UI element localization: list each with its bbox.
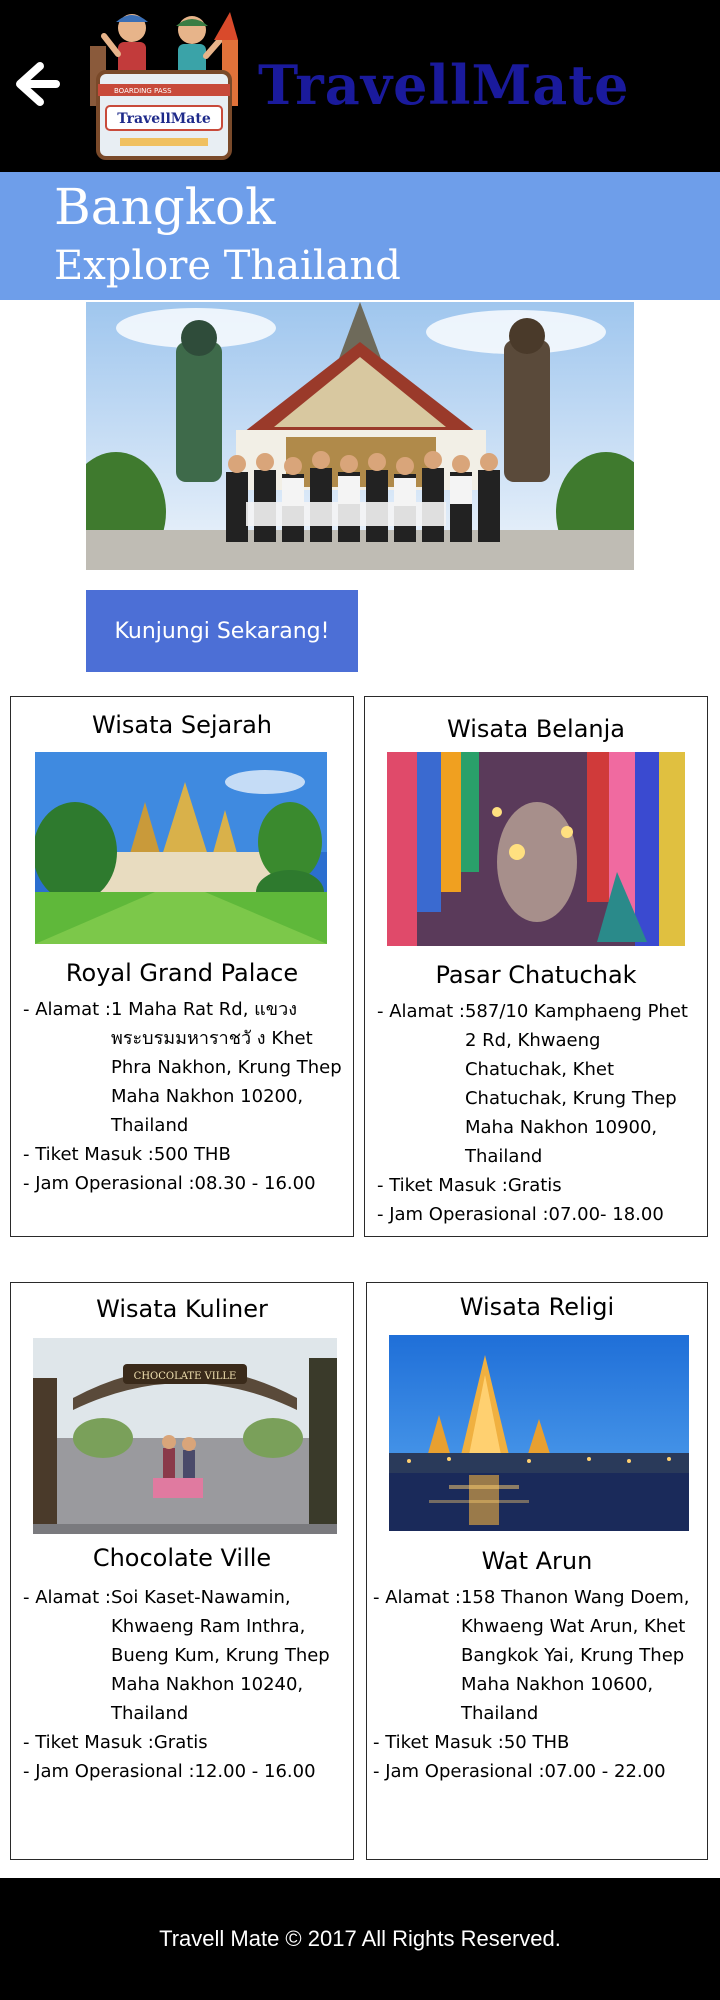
ticket-label: - Tiket Masuk : — [23, 1144, 154, 1165]
hours-label: - Jam Operasional : — [377, 1204, 549, 1225]
visit-now-button[interactable]: Kunjungi Sekarang! — [86, 590, 358, 672]
address-label: - Alamat : — [373, 1587, 461, 1608]
ticket-value: Gratis — [153, 1732, 208, 1753]
wat-arun-photo — [389, 1335, 689, 1531]
place-info: - Alamat : 158 Thanon Wang Doem, Khwaeng… — [373, 1583, 701, 1786]
hours-value: 07.00- 18.00 — [548, 1204, 664, 1225]
hours-value: 08.30 - 16.00 — [194, 1173, 316, 1194]
hero-photo-temple-group — [86, 302, 634, 570]
svg-text:BOARDING PASS: BOARDING PASS — [114, 87, 172, 95]
card-wisata-sejarah: Wisata Sejarah Royal Grand Palace - Alam… — [10, 696, 354, 1237]
place-name: Royal Grand Palace — [65, 959, 299, 987]
card-category-title: Wisata Sejarah — [92, 711, 272, 739]
address-value: Soi Kaset-Nawamin, Khwaeng Ram Inthra, B… — [110, 1587, 330, 1724]
footer: Travell Mate © 2017 All Rights Reserved. — [0, 1878, 720, 2000]
hero-title: Bangkok — [54, 178, 276, 236]
hours-label: - Jam Operasional : — [373, 1761, 545, 1782]
hero-subtitle: Explore Thailand — [54, 243, 401, 289]
address-value: 1 Maha Rat Rd, แขวงพระบรมมหาราชวั ง Khet… — [110, 999, 342, 1136]
ticket-label: - Tiket Masuk : — [377, 1175, 508, 1196]
brand-title: TravellMate — [258, 53, 630, 117]
card-wisata-kuliner: Wisata Kuliner CHOCOLATE VILLE Chocolate… — [10, 1282, 354, 1860]
royal-grand-palace-photo — [35, 752, 327, 944]
address-label: - Alamat : — [23, 999, 111, 1020]
ticket-value: Gratis — [507, 1175, 562, 1196]
chocolate-ville-photo: CHOCOLATE VILLE — [33, 1338, 337, 1534]
place-name: Chocolate Ville — [92, 1544, 272, 1572]
place-name: Pasar Chatuchak — [435, 961, 637, 989]
svg-text:CHOCOLATE VILLE: CHOCOLATE VILLE — [134, 1371, 237, 1382]
back-arrow-icon[interactable] — [10, 58, 62, 110]
card-category-title: Wisata Religi — [459, 1293, 615, 1321]
ticket-value: 500 THB — [153, 1144, 231, 1165]
card-category-title: Wisata Kuliner — [96, 1295, 268, 1323]
travellmate-logo: BOARDING PASS TravellMate — [90, 12, 238, 160]
card-wisata-religi: Wisata Religi Wat Arun - Alamat: 158 Th… — [366, 1282, 708, 1860]
address-label: - Alamat : — [377, 1001, 465, 1022]
top-bar: BOARDING PASS TravellMate TravellMate — [0, 0, 720, 172]
ticket-label: - Tiket Masuk : — [373, 1732, 504, 1753]
hours-value: 12.00 - 16.00 — [194, 1761, 316, 1782]
hours-label: - Jam Operasional : — [23, 1761, 195, 1782]
hours-value: 07.00 - 22.00 — [544, 1761, 666, 1782]
hours-label: - Jam Operasional : — [23, 1173, 195, 1194]
address-value: 158 Thanon Wang Doem, Khwaeng Wat Arun, … — [460, 1587, 690, 1724]
svg-text:TravellMate: TravellMate — [117, 111, 211, 127]
address-label: - Alamat : — [23, 1587, 111, 1608]
place-info: - Alamat : 587/10 Kamphaeng Phet 2 Rd, K… — [377, 997, 701, 1229]
ticket-label: - Tiket Masuk : — [23, 1732, 154, 1753]
card-wisata-belanja: Wisata Belanja Pasar Chatuchak - Alamat … — [364, 696, 708, 1237]
card-category-title: Wisata Belanja — [446, 715, 626, 743]
footer-copyright: Travell Mate © 2017 All Rights Reserved. — [159, 1926, 561, 1951]
place-info: - Alamat : Soi Kaset-Nawamin, Khwaeng Ra… — [23, 1583, 347, 1786]
ticket-value: 50 THB — [503, 1732, 570, 1753]
place-info: - Alamat : 1 Maha Rat Rd, แขวงพระบรมมหาร… — [23, 995, 347, 1198]
address-value: 587/10 Kamphaeng Phet 2 Rd, Khwaeng Chat… — [464, 1001, 688, 1167]
place-name: Wat Arun — [481, 1547, 593, 1575]
pasar-chatuchak-photo — [387, 752, 685, 946]
